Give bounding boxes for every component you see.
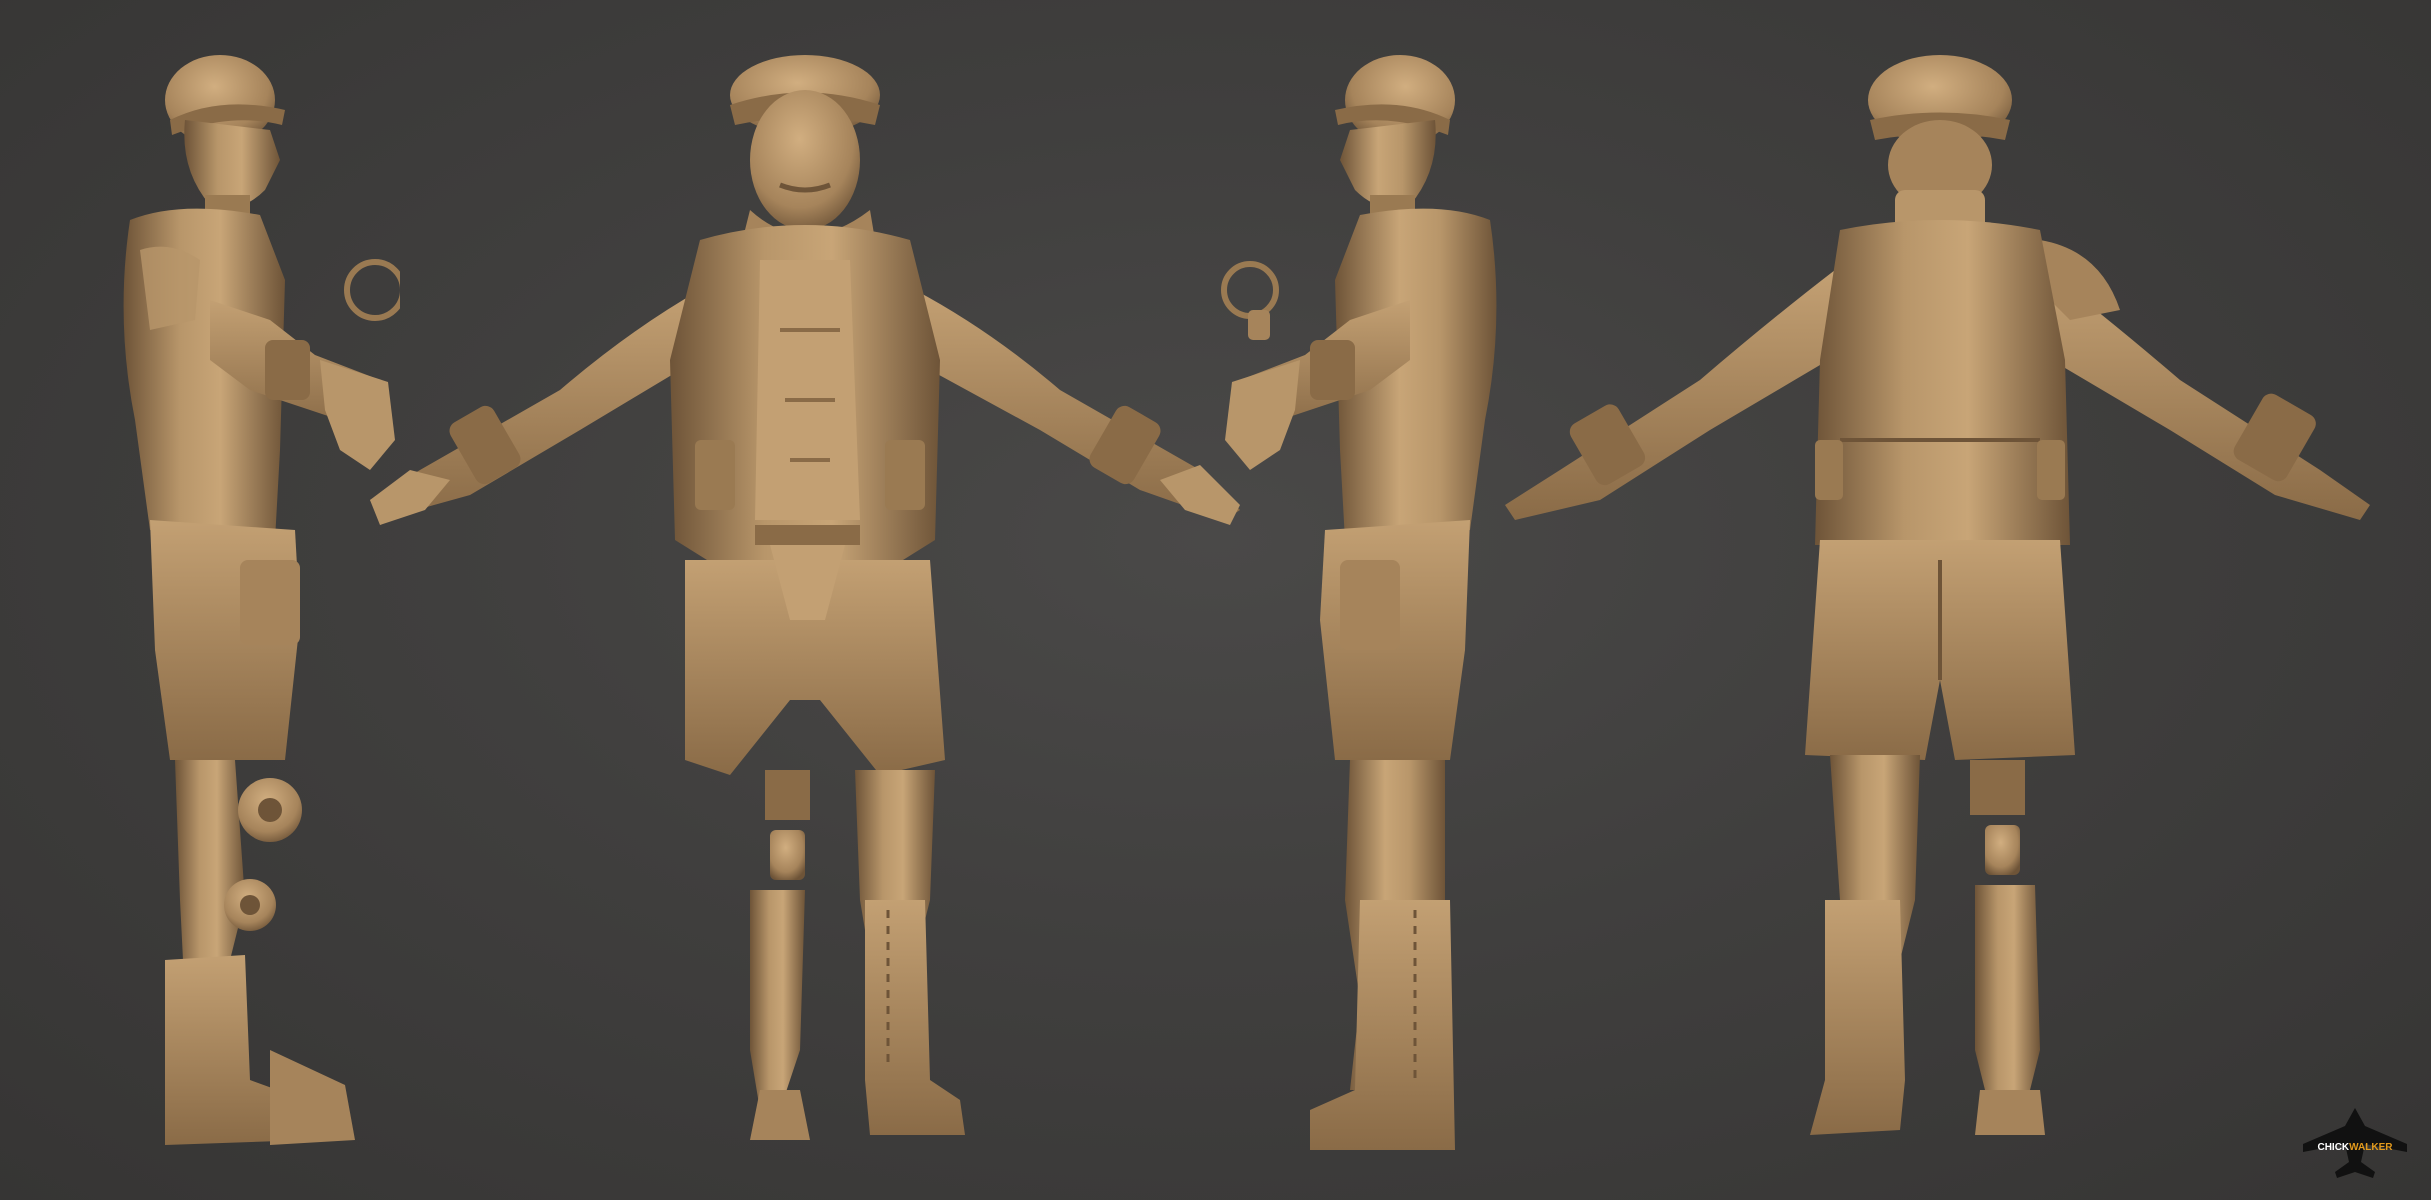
watermark-text-part2: WALKER — [2349, 1142, 2393, 1153]
jet-silhouette-icon: CHICKWALKER — [2303, 1108, 2407, 1178]
front-view-figure — [340, 0, 1260, 1200]
watermark-text-part1: CHICK — [2317, 1142, 2349, 1153]
front-sculpt — [370, 55, 1240, 1140]
watermark-logo: CHICKWALKER — [2295, 1104, 2415, 1182]
back-view-figure — [1480, 0, 2400, 1200]
turnaround-stage: CHICKWALKER — [0, 0, 2431, 1200]
back-sculpt — [1505, 55, 2370, 1135]
svg-text:CHICKWALKER: CHICKWALKER — [2317, 1142, 2393, 1153]
